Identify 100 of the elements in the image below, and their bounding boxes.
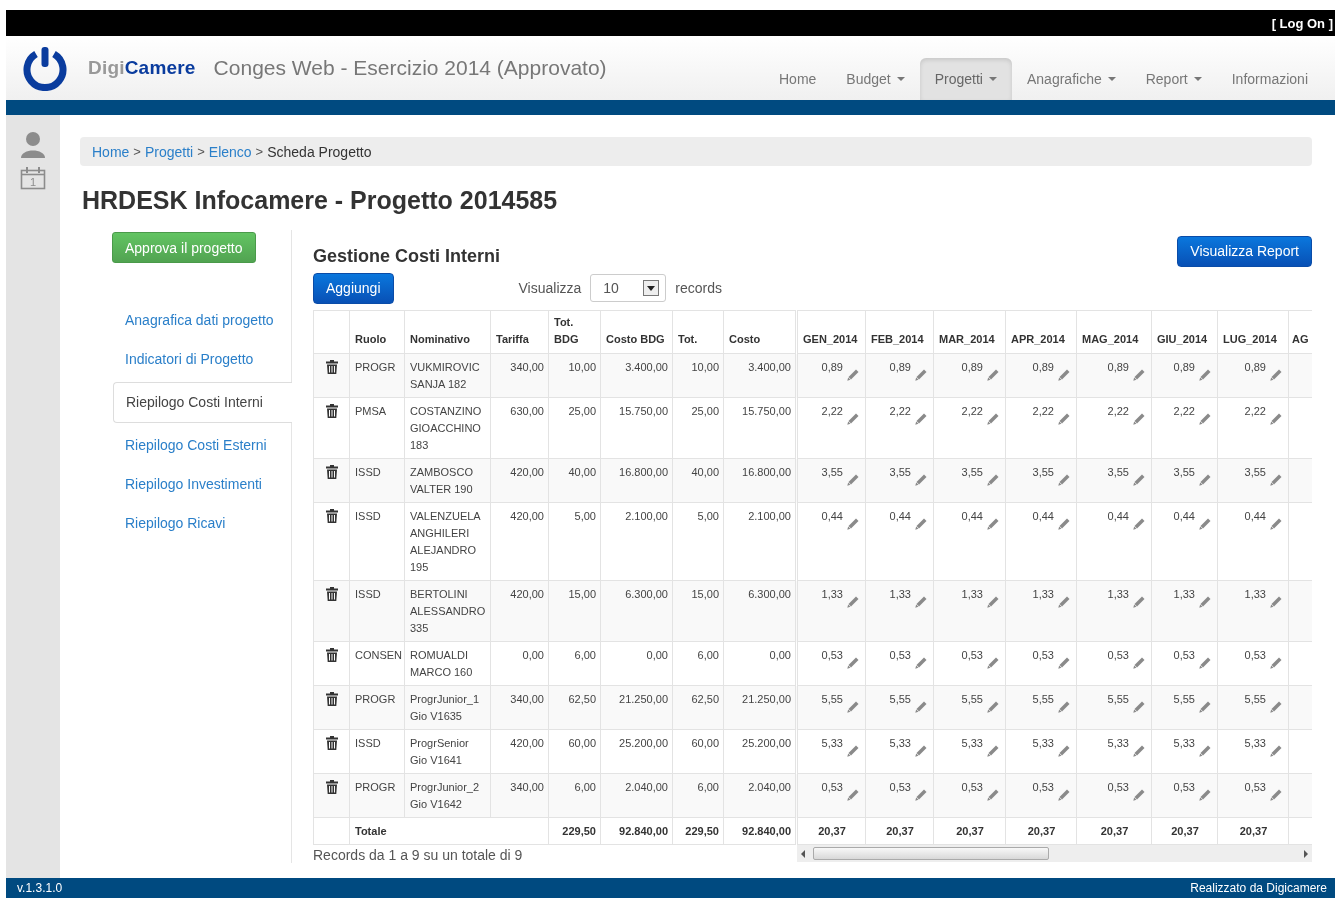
trash-icon[interactable]: [326, 404, 338, 418]
nav-item[interactable]: Budget: [831, 58, 920, 100]
pencil-icon[interactable]: [1199, 789, 1211, 801]
pencil-icon[interactable]: [1058, 474, 1070, 486]
pencil-icon[interactable]: [987, 369, 999, 381]
pencil-icon[interactable]: [915, 474, 927, 486]
pencil-icon[interactable]: [915, 596, 927, 608]
pencil-icon[interactable]: [915, 745, 927, 757]
table-cell: 6,00: [697, 781, 719, 793]
pencil-icon[interactable]: [1058, 789, 1070, 801]
pencil-icon[interactable]: [1199, 701, 1211, 713]
pencil-icon[interactable]: [915, 518, 927, 530]
pencil-icon[interactable]: [847, 789, 859, 801]
pencil-icon[interactable]: [915, 369, 927, 381]
side-nav-item[interactable]: Riepilogo Investimenti: [113, 465, 291, 504]
pencil-icon[interactable]: [1133, 474, 1145, 486]
pencil-icon[interactable]: [1199, 745, 1211, 757]
pencil-icon[interactable]: [1133, 369, 1145, 381]
pencil-icon[interactable]: [1133, 789, 1145, 801]
trash-icon[interactable]: [326, 780, 338, 794]
pencil-icon[interactable]: [1058, 369, 1070, 381]
pencil-icon[interactable]: [987, 596, 999, 608]
pencil-icon[interactable]: [847, 657, 859, 669]
table-cell: 2.040,00: [625, 781, 668, 793]
pencil-icon[interactable]: [915, 657, 927, 669]
add-button[interactable]: Aggiungi: [313, 272, 394, 304]
trash-icon[interactable]: [326, 692, 338, 706]
pencil-icon[interactable]: [1270, 657, 1282, 669]
pencil-icon[interactable]: [987, 657, 999, 669]
side-nav-item[interactable]: Riepilogo Costi Esterni: [113, 426, 291, 465]
trash-icon[interactable]: [326, 509, 338, 523]
pencil-icon[interactable]: [1058, 596, 1070, 608]
pencil-icon[interactable]: [915, 701, 927, 713]
pencil-icon[interactable]: [1199, 657, 1211, 669]
pencil-icon[interactable]: [847, 413, 859, 425]
pencil-icon[interactable]: [1199, 518, 1211, 530]
pencil-icon[interactable]: [915, 789, 927, 801]
pencil-icon[interactable]: [847, 518, 859, 530]
pencil-icon[interactable]: [1133, 596, 1145, 608]
trash-icon[interactable]: [326, 587, 338, 601]
pencil-icon[interactable]: [1270, 518, 1282, 530]
pencil-icon[interactable]: [915, 413, 927, 425]
trash-icon[interactable]: [326, 465, 338, 479]
pencil-icon[interactable]: [1270, 596, 1282, 608]
breadcrumb-link[interactable]: Progetti: [144, 143, 194, 160]
pencil-icon[interactable]: [1199, 413, 1211, 425]
pencil-icon[interactable]: [847, 745, 859, 757]
pencil-icon[interactable]: [847, 474, 859, 486]
pencil-icon[interactable]: [847, 596, 859, 608]
pencil-icon[interactable]: [1270, 789, 1282, 801]
table-cell: 21.250,00: [619, 693, 668, 705]
nav-item[interactable]: Report: [1130, 58, 1217, 100]
side-nav-item[interactable]: Riepilogo Costi Interni: [113, 382, 292, 423]
pencil-icon[interactable]: [1133, 657, 1145, 669]
table-cell-text: 1,33: [961, 587, 983, 602]
breadcrumb-link[interactable]: Elenco: [208, 143, 252, 160]
login-link[interactable]: [ Log On ]: [1271, 15, 1335, 31]
pencil-icon[interactable]: [1058, 518, 1070, 530]
pencil-icon[interactable]: [847, 701, 859, 713]
pencil-icon[interactable]: [1270, 474, 1282, 486]
breadcrumb-link[interactable]: Home: [92, 143, 130, 160]
calendar-icon[interactable]: 1: [20, 166, 46, 190]
side-nav-item[interactable]: Indicatori di Progetto: [113, 340, 291, 379]
pencil-icon[interactable]: [1058, 413, 1070, 425]
approve-button[interactable]: Approva il progetto: [112, 232, 256, 263]
pencil-icon[interactable]: [1133, 413, 1145, 425]
page-size-select[interactable]: 10: [590, 274, 667, 302]
pencil-icon[interactable]: [987, 701, 999, 713]
pencil-icon[interactable]: [987, 745, 999, 757]
nav-item[interactable]: Progetti: [919, 58, 1012, 100]
pencil-icon[interactable]: [1270, 413, 1282, 425]
horizontal-scrollbar[interactable]: [797, 845, 1312, 862]
pencil-icon[interactable]: [1270, 701, 1282, 713]
user-icon[interactable]: [20, 131, 46, 158]
pencil-icon[interactable]: [1133, 518, 1145, 530]
trash-icon[interactable]: [326, 648, 338, 662]
nav-item[interactable]: Home: [764, 58, 832, 100]
pencil-icon[interactable]: [1270, 745, 1282, 757]
report-button[interactable]: Visualizza Report: [1177, 235, 1312, 267]
pencil-icon[interactable]: [1199, 596, 1211, 608]
side-nav-item[interactable]: Anagrafica dati progetto: [113, 301, 291, 340]
pencil-icon[interactable]: [1058, 701, 1070, 713]
nav-item[interactable]: Anagrafiche: [1012, 58, 1131, 100]
pencil-icon[interactable]: [987, 789, 999, 801]
pencil-icon[interactable]: [1270, 369, 1282, 381]
pencil-icon[interactable]: [847, 369, 859, 381]
pencil-icon[interactable]: [1199, 474, 1211, 486]
pencil-icon[interactable]: [987, 474, 999, 486]
trash-icon[interactable]: [326, 360, 338, 374]
trash-icon[interactable]: [326, 736, 338, 750]
pencil-icon[interactable]: [1133, 745, 1145, 757]
pencil-icon[interactable]: [1058, 657, 1070, 669]
pencil-icon[interactable]: [987, 413, 999, 425]
table-cell-text: 0,89: [1107, 360, 1129, 375]
pencil-icon[interactable]: [987, 518, 999, 530]
pencil-icon[interactable]: [1199, 369, 1211, 381]
pencil-icon[interactable]: [1133, 701, 1145, 713]
nav-item[interactable]: Informazioni: [1216, 58, 1323, 100]
pencil-icon[interactable]: [1058, 745, 1070, 757]
side-nav-item[interactable]: Riepilogo Ricavi: [113, 504, 291, 543]
